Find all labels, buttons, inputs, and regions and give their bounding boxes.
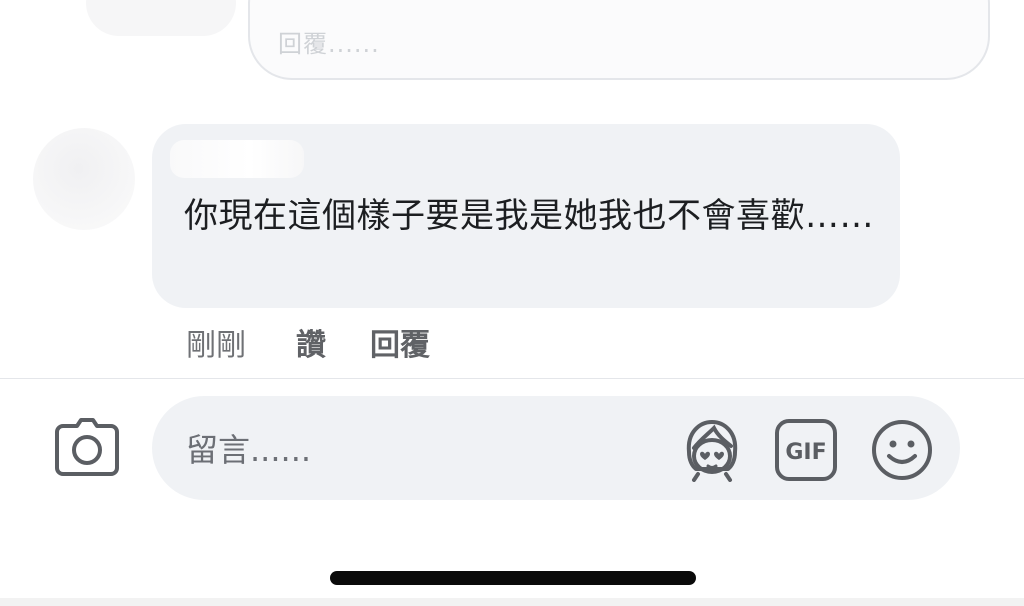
comment-author-name[interactable] xyxy=(170,140,304,178)
comment-text: 你現在這個樣子要是我是她我也不會喜歡…… xyxy=(184,196,874,236)
svg-text:GIF: GIF xyxy=(785,440,826,465)
reply-button[interactable]: 回覆 xyxy=(370,320,430,364)
comment-input[interactable] xyxy=(186,426,626,474)
previous-avatar xyxy=(86,0,236,36)
camera-icon[interactable] xyxy=(53,418,121,478)
avatar-sticker-icon[interactable] xyxy=(680,418,744,482)
comment-actions: 剛剛 讚 回覆 xyxy=(186,320,430,364)
bottom-edge xyxy=(0,598,1024,606)
home-indicator[interactable] xyxy=(330,571,696,585)
divider xyxy=(0,378,1024,379)
commenter-avatar[interactable] xyxy=(33,128,135,230)
comment-timestamp: 剛剛 xyxy=(186,328,246,363)
like-button[interactable]: 讚 xyxy=(296,320,326,364)
previous-reply-placeholder: 回覆...... xyxy=(278,30,380,58)
emoji-icon[interactable] xyxy=(870,418,934,482)
gif-icon[interactable]: GIF xyxy=(774,418,838,482)
